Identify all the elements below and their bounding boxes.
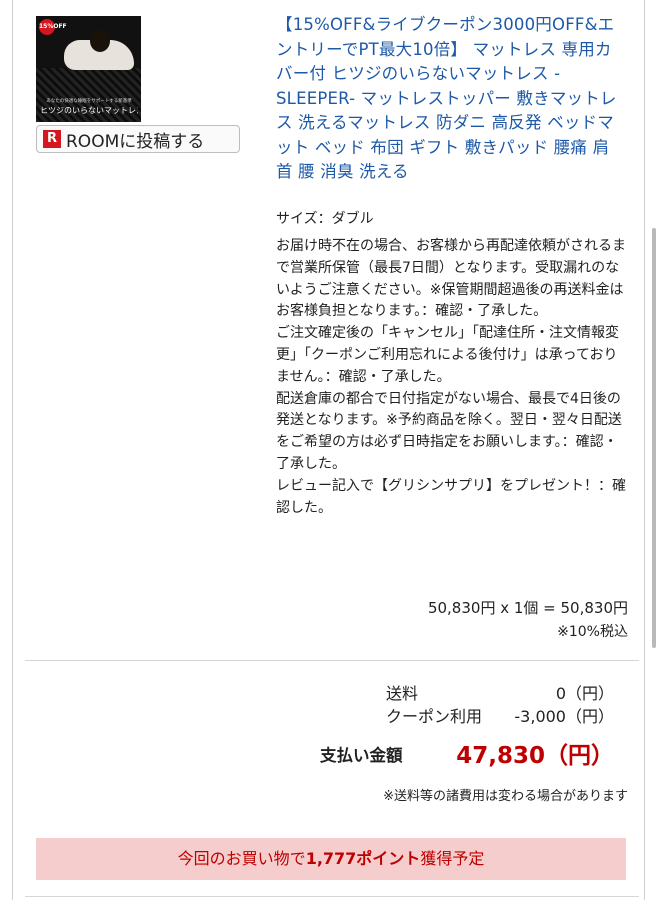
tax-note: ※10%税込 <box>557 624 628 640</box>
note-review-gift: レビュー記入で【グリシンサプリ】をプレゼント！：確認した。 <box>276 477 626 516</box>
coupon-row: クーポン利用 -3,000（円） <box>386 703 614 726</box>
points-suffix: 獲得予定 <box>420 849 485 868</box>
coupon-value: -3,000（円） <box>514 707 614 726</box>
total-row: 支払い金額 47,830（円） <box>320 736 614 772</box>
rakuten-room-icon: R <box>43 130 61 148</box>
shipping-label: 送料 <box>386 684 419 703</box>
note-cancellation: ご注文確定後の「キャンセル」「配達住所・注文情報変更」「クーポンご利用忘れによる… <box>276 325 619 385</box>
bottom-divider <box>25 896 639 897</box>
product-image[interactable]: 15%OFF あなたの快適な睡眠をサポートする新基準 ヒツジのいらないマットレス <box>36 16 141 122</box>
discount-badge: 15%OFF <box>39 19 67 35</box>
item-price-line: 50,830円 x 1個 = 50,830円 <box>427 599 628 617</box>
image-caption-large: ヒツジのいらないマットレス <box>40 106 138 115</box>
shipping-row: 送料 0（円） <box>386 680 614 703</box>
order-notes: お届け時不在の場合、お客様から再配達依頼がされるまで営業所保管（最長7日間）とな… <box>276 236 628 519</box>
image-caption-small: あなたの快適な睡眠をサポートする新基準 <box>46 99 132 104</box>
total-label: 支払い金額 <box>320 746 403 765</box>
scrollbar[interactable] <box>652 228 656 648</box>
fee-change-note: ※送料等の諸費用は変わる場合があります <box>383 789 628 804</box>
note-shipping: 配送倉庫の都合で日付指定がない場合、最長で4日後の発送となります。※予約商品を除… <box>276 390 622 472</box>
points-prefix: 今回のお買い物で <box>177 849 306 868</box>
section-divider <box>25 660 639 661</box>
points-amount: 1,777ポイント <box>305 849 421 868</box>
size-option: サイズ：ダブル <box>276 211 374 227</box>
room-post-label: ROOMに投稿する <box>66 131 205 152</box>
points-banner: 今回のお買い物で1,777ポイント獲得予定 <box>36 838 626 880</box>
left-border <box>12 0 13 900</box>
shipping-value: 0（円） <box>555 684 614 703</box>
head-graphic <box>90 30 110 52</box>
room-post-button[interactable]: R ROOMに投稿する <box>36 125 240 153</box>
product-title-link[interactable]: 【15%OFF&ライブクーポン3000円OFF&エントリーでPT最大10倍】 マ… <box>276 13 628 185</box>
coupon-label: クーポン利用 <box>386 707 483 726</box>
note-redelivery: お届け時不在の場合、お客様から再配達依頼がされるまで営業所保管（最長7日間）とな… <box>276 238 626 320</box>
right-border <box>644 0 645 900</box>
total-value: 47,830（円） <box>456 743 614 769</box>
order-confirmation-page: 15%OFF あなたの快適な睡眠をサポートする新基準 ヒツジのいらないマットレス… <box>0 0 661 900</box>
